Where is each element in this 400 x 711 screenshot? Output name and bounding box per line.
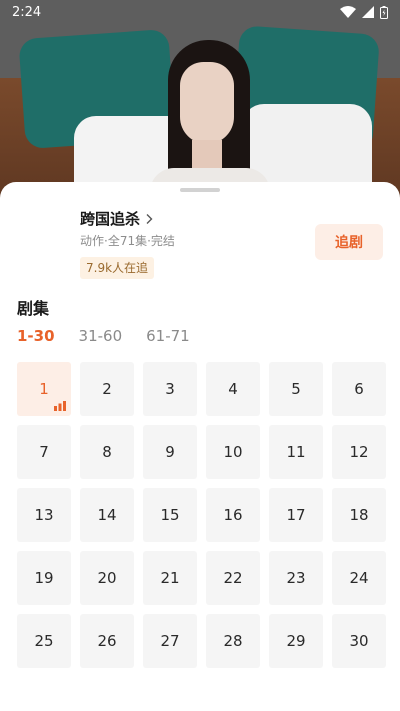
episode-number: 28 bbox=[223, 632, 243, 650]
show-title-link[interactable]: 跨国追杀 bbox=[80, 208, 154, 229]
episode-tile[interactable]: 8 bbox=[80, 425, 134, 479]
episode-grid: 1 2 3 4 5 6 7 8 9 10 11 12 13 14 15 16 1… bbox=[17, 362, 386, 668]
episode-number: 18 bbox=[349, 506, 369, 524]
episode-number: 10 bbox=[223, 443, 243, 461]
episode-number: 23 bbox=[286, 569, 306, 587]
episode-tile[interactable]: 3 bbox=[143, 362, 197, 416]
episode-tile[interactable]: 18 bbox=[332, 488, 386, 542]
episode-number: 22 bbox=[223, 569, 243, 587]
episode-tile[interactable]: 16 bbox=[206, 488, 260, 542]
episode-tile[interactable]: 11 bbox=[269, 425, 323, 479]
episode-tile[interactable]: 28 bbox=[206, 614, 260, 668]
episode-number: 29 bbox=[286, 632, 306, 650]
signal-icon bbox=[362, 6, 374, 18]
wifi-icon bbox=[340, 6, 356, 18]
chevron-right-icon bbox=[146, 213, 153, 224]
episode-number: 19 bbox=[34, 569, 54, 587]
range-tab[interactable]: 61-71 bbox=[146, 327, 190, 345]
episode-tile[interactable]: 1 bbox=[17, 362, 71, 416]
episode-tile[interactable]: 20 bbox=[80, 551, 134, 605]
episode-tile[interactable]: 13 bbox=[17, 488, 71, 542]
episode-number: 6 bbox=[354, 380, 364, 398]
episode-tile[interactable]: 21 bbox=[143, 551, 197, 605]
episode-number: 17 bbox=[286, 506, 306, 524]
episode-number: 15 bbox=[160, 506, 180, 524]
show-meta: 动作·全71集·完结 bbox=[80, 234, 175, 248]
episode-number: 24 bbox=[349, 569, 369, 587]
episode-tile[interactable]: 25 bbox=[17, 614, 71, 668]
episode-number: 5 bbox=[291, 380, 301, 398]
status-icons bbox=[340, 5, 388, 19]
episode-number: 30 bbox=[349, 632, 369, 650]
episode-number: 8 bbox=[102, 443, 112, 461]
episode-tile[interactable]: 23 bbox=[269, 551, 323, 605]
status-bar: 2:24 bbox=[0, 0, 400, 24]
episode-number: 21 bbox=[160, 569, 180, 587]
episode-tile[interactable]: 9 bbox=[143, 425, 197, 479]
episode-tile[interactable]: 26 bbox=[80, 614, 134, 668]
episode-number: 1 bbox=[39, 380, 49, 398]
episode-tile[interactable]: 2 bbox=[80, 362, 134, 416]
episode-tile[interactable]: 24 bbox=[332, 551, 386, 605]
episode-number: 3 bbox=[165, 380, 175, 398]
episode-tile[interactable]: 14 bbox=[80, 488, 134, 542]
playing-bars-icon bbox=[54, 401, 66, 411]
episode-tile[interactable]: 4 bbox=[206, 362, 260, 416]
status-time: 2:24 bbox=[12, 4, 42, 20]
episode-number: 20 bbox=[97, 569, 117, 587]
episode-sheet: 跨国追杀 动作·全71集·完结 7.9k人在追 追剧 剧集 1-30 31-60… bbox=[0, 182, 400, 711]
episode-number: 4 bbox=[228, 380, 238, 398]
episode-number: 9 bbox=[165, 443, 175, 461]
episode-number: 11 bbox=[286, 443, 306, 461]
episode-tile[interactable]: 6 bbox=[332, 362, 386, 416]
episode-number: 26 bbox=[97, 632, 117, 650]
followers-badge: 7.9k人在追 bbox=[80, 257, 155, 279]
episode-tile[interactable]: 15 bbox=[143, 488, 197, 542]
episode-tile[interactable]: 5 bbox=[269, 362, 323, 416]
episode-number: 13 bbox=[34, 506, 54, 524]
episode-number: 16 bbox=[223, 506, 243, 524]
range-tab[interactable]: 1-30 bbox=[17, 327, 55, 345]
episode-tile[interactable]: 19 bbox=[17, 551, 71, 605]
episode-number: 2 bbox=[102, 380, 112, 398]
episodes-section-title: 剧集 bbox=[17, 299, 50, 318]
episode-tile[interactable]: 30 bbox=[332, 614, 386, 668]
episode-tile[interactable]: 7 bbox=[17, 425, 71, 479]
follow-button[interactable]: 追剧 bbox=[315, 224, 383, 260]
episode-tile[interactable]: 17 bbox=[269, 488, 323, 542]
episode-number: 7 bbox=[39, 443, 49, 461]
battery-icon bbox=[380, 5, 388, 19]
episode-tile[interactable]: 29 bbox=[269, 614, 323, 668]
show-title: 跨国追杀 bbox=[80, 210, 141, 228]
video-frame-face bbox=[180, 62, 234, 144]
episode-number: 14 bbox=[97, 506, 117, 524]
episode-number: 25 bbox=[34, 632, 54, 650]
episode-number: 27 bbox=[160, 632, 180, 650]
range-tab[interactable]: 31-60 bbox=[79, 327, 123, 345]
episode-range-tabs: 1-30 31-60 61-71 bbox=[17, 327, 190, 345]
episode-tile[interactable]: 27 bbox=[143, 614, 197, 668]
video-player[interactable] bbox=[0, 0, 400, 205]
episode-tile[interactable]: 10 bbox=[206, 425, 260, 479]
episode-tile[interactable]: 22 bbox=[206, 551, 260, 605]
episode-number: 12 bbox=[349, 443, 369, 461]
episode-tile[interactable]: 12 bbox=[332, 425, 386, 479]
sheet-drag-handle[interactable] bbox=[180, 188, 220, 192]
